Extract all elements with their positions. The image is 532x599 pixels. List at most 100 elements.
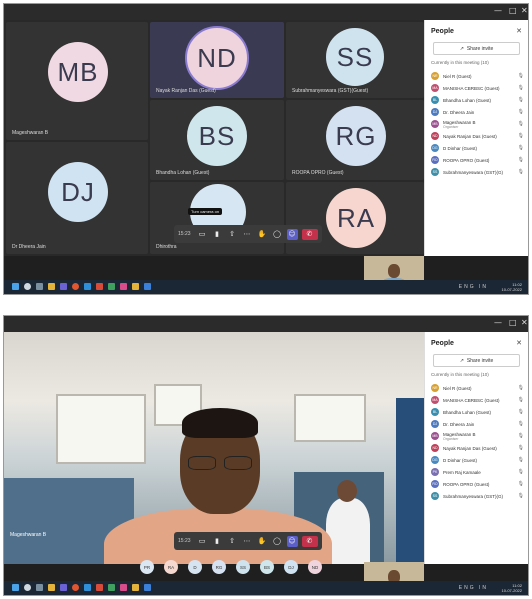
close-icon[interactable]: ✕ — [516, 27, 522, 35]
participant-tile[interactable]: RA — [286, 182, 424, 254]
clock[interactable]: 11:02 10-07-2022 — [502, 583, 522, 593]
participant-tile[interactable]: ND Nayak Ranjan Das (Guest) — [150, 22, 284, 98]
tray-lang[interactable]: ENG IN — [459, 585, 488, 591]
app-icon[interactable] — [108, 283, 115, 290]
app-icon[interactable] — [120, 283, 127, 290]
maximize-icon[interactable]: □ — [509, 6, 517, 15]
strip-avatar[interactable]: SS — [236, 560, 250, 574]
app-icon[interactable] — [132, 283, 139, 290]
minimize-icon[interactable]: — — [494, 6, 502, 15]
edge-icon[interactable] — [84, 584, 91, 591]
participant-row[interactable]: MA MANISHA CBRBSC (Guest) 🎙 — [431, 394, 524, 406]
strip-avatar[interactable]: DJ — [284, 560, 298, 574]
close-icon[interactable]: ✕ — [516, 339, 522, 347]
participant-row[interactable]: SS Subrahmanyeswara (GST)(G) 🎙 — [431, 166, 524, 178]
windows-start-icon[interactable] — [12, 283, 19, 290]
people-icon[interactable]: ☺ — [286, 535, 298, 547]
strip-avatar[interactable]: ND — [308, 560, 322, 574]
participant-row[interactable]: MB Mageshwaran B Organiser 🎙 — [431, 118, 524, 130]
teams-icon[interactable] — [60, 584, 67, 591]
participant-row[interactable]: DJ Dr. Dheera Jain 🎙 — [431, 418, 524, 430]
participant-row[interactable]: MB Mageshwaran B Organiser 🎙 — [431, 430, 524, 442]
mic-icon[interactable]: ▮ — [212, 536, 223, 547]
app-icon[interactable] — [96, 283, 103, 290]
participant-tile[interactable]: Dhirothra — [150, 182, 284, 254]
strip-avatar[interactable]: RA — [164, 560, 178, 574]
app-icon[interactable] — [96, 584, 103, 591]
more-options-icon[interactable]: ⋯ — [242, 229, 253, 240]
camera-icon[interactable]: ▭ — [197, 536, 208, 547]
leave-call-icon[interactable]: ✆ — [301, 535, 318, 547]
gallery-stage: MB Mageshwaran B ND Nayak Ranjan Das (Gu… — [4, 20, 426, 256]
close-window-icon[interactable]: ✕ — [521, 318, 528, 327]
strip-avatar[interactable]: BS — [260, 560, 274, 574]
meeting-timer: 15:23 — [178, 231, 191, 237]
app-icon[interactable] — [144, 584, 151, 591]
participant-row[interactable]: NR Niel R (Guest) 🎙 — [431, 70, 524, 82]
participant-row[interactable]: PK Prem Raj Kamaale 🎙 — [431, 466, 524, 478]
task-view-icon[interactable] — [36, 584, 43, 591]
share-screen-icon[interactable]: ⇧ — [227, 536, 238, 547]
chrome-icon[interactable] — [72, 584, 79, 591]
participant-row[interactable]: DG D Dinhar (Guest) 🎙 — [431, 142, 524, 154]
participant-strip: PR RA D RG SS BS DJ ND — [140, 560, 322, 574]
search-icon[interactable] — [24, 283, 31, 290]
participant-row[interactable]: MA MANISHA CBRBSC (Guest) 🎙 — [431, 82, 524, 94]
share-screen-icon[interactable]: ⇧ — [227, 229, 238, 240]
windows-start-icon[interactable] — [12, 584, 19, 591]
share-invite-button[interactable]: ↗ Share invite — [433, 354, 520, 367]
raise-hand-icon[interactable]: ✋ — [257, 536, 268, 547]
participant-tile[interactable]: RG ROOPA OPRO (Guest) — [286, 100, 424, 180]
participant-tile[interactable]: SS Subrahmanyeswara (GST)(Guest) — [286, 22, 424, 98]
app-icon[interactable] — [132, 584, 139, 591]
file-explorer-icon[interactable] — [48, 584, 55, 591]
chat-icon[interactable]: ◯ — [272, 229, 283, 240]
strip-avatar[interactable]: RG — [212, 560, 226, 574]
participant-tile[interactable]: MB Mageshwaran B — [6, 22, 148, 140]
participant-row[interactable]: RO ROOPA OPRO (Guest) 🎙 — [431, 478, 524, 490]
people-icon[interactable]: ☺ — [286, 228, 298, 240]
participant-row[interactable]: RO ROOPA OPRO (Guest) 🎙 — [431, 154, 524, 166]
participant-row[interactable]: NR Niel R (Guest) 🎙 — [431, 382, 524, 394]
app-icon[interactable] — [120, 584, 127, 591]
mic-icon[interactable]: ▮ — [212, 229, 223, 240]
participant-row[interactable]: SS Subrahmanyeswara (GST)(G) 🎙 — [431, 490, 524, 502]
participant-row[interactable]: ND Nayak Ranjan Das (Guest) 🎙 — [431, 442, 524, 454]
file-explorer-icon[interactable] — [48, 283, 55, 290]
teams-icon[interactable] — [60, 283, 67, 290]
raise-hand-icon[interactable]: ✋ — [257, 229, 268, 240]
participant-row-name: Dr. Dheera Jain — [443, 110, 516, 115]
strip-avatar[interactable]: PR — [140, 560, 154, 574]
participant-row[interactable]: ND Nayak Ranjan Das (Guest) 🎙 — [431, 130, 524, 142]
leave-call-icon[interactable]: ✆ — [301, 228, 318, 240]
participant-row-avatar: RO — [431, 480, 439, 488]
participant-row-name: Nayak Ranjan Das (Guest) — [443, 134, 516, 139]
participant-row-name: D Dinhar (Guest) — [443, 146, 516, 151]
maximize-icon[interactable]: □ — [509, 318, 517, 327]
more-options-icon[interactable]: ⋯ — [242, 536, 253, 547]
chrome-icon[interactable] — [72, 283, 79, 290]
strip-avatar[interactable]: D — [188, 560, 202, 574]
participant-row[interactable]: BL Bhandha Lohan (Guest) 🎙 — [431, 94, 524, 106]
app-icon[interactable] — [144, 283, 151, 290]
clock[interactable]: 11:02 10-07-2022 — [502, 282, 522, 292]
participant-row[interactable]: DJ Dr. Dheera Jain 🎙 — [431, 106, 524, 118]
participant-tile[interactable]: BS Bhandha Lohan (Guest) — [150, 100, 284, 180]
participant-tile[interactable]: DJ Dr Dheera Jain — [6, 142, 148, 254]
participant-row[interactable]: DG D Dinhar (Guest) 🎙 — [431, 454, 524, 466]
camera-icon[interactable]: ▭ — [197, 229, 208, 240]
edge-icon[interactable] — [84, 283, 91, 290]
close-window-icon[interactable]: ✕ — [521, 6, 528, 15]
participant-avatar: MB — [48, 42, 108, 102]
speaker-video[interactable] — [4, 332, 426, 564]
task-view-icon[interactable] — [36, 283, 43, 290]
participant-row-name-text: Prem Raj Kamaale — [443, 469, 481, 475]
participant-row[interactable]: BL Bhandha Lohan (Guest) 🎙 — [431, 406, 524, 418]
app-icon[interactable] — [108, 584, 115, 591]
minimize-icon[interactable]: — — [494, 318, 502, 327]
search-icon[interactable] — [24, 584, 31, 591]
chat-icon[interactable]: ◯ — [272, 536, 283, 547]
share-invite-button[interactable]: ↗ Share invite — [433, 42, 520, 55]
tray-lang[interactable]: ENG IN — [459, 284, 488, 290]
participant-row-avatar: BL — [431, 96, 439, 104]
